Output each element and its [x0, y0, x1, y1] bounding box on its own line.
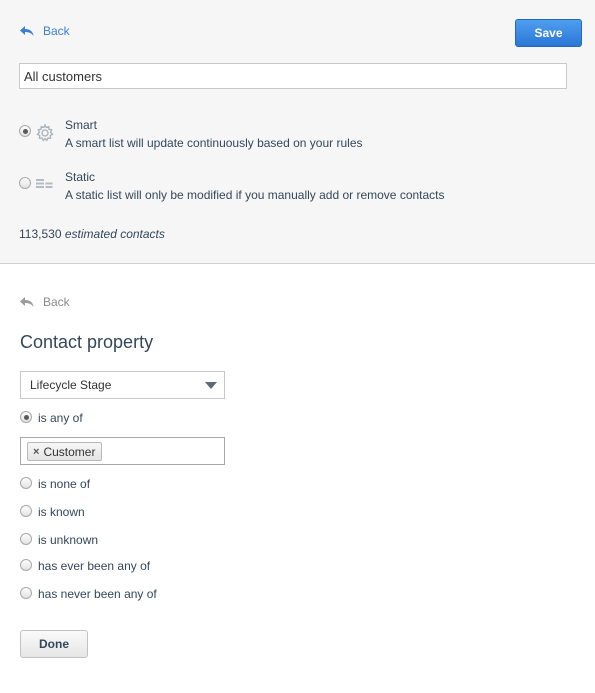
- operator-label-is-unknown[interactable]: is unknown: [38, 533, 98, 547]
- property-select-value: Lifecycle Stage: [30, 378, 112, 392]
- static-title: Static: [65, 170, 96, 184]
- operator-radio-is-unknown[interactable]: [20, 533, 32, 545]
- operator-label-is-none-of[interactable]: is none of: [38, 477, 90, 491]
- filter-back-link[interactable]: Back: [19, 295, 70, 309]
- back-label: Back: [43, 24, 70, 38]
- estimated-contacts: 113,530 estimated contacts: [19, 227, 165, 241]
- smart-radio[interactable]: [19, 125, 31, 137]
- smart-description: A smart list will update continuously ba…: [65, 136, 363, 150]
- operator-radio-is-none-of[interactable]: [20, 477, 32, 489]
- operator-label-is-any-of[interactable]: is any of: [38, 411, 83, 425]
- operator-radio-has-never-been-any-of[interactable]: [20, 587, 32, 599]
- filter-heading: Contact property: [20, 332, 154, 352]
- chevron-down-icon: [205, 382, 217, 389]
- back-link[interactable]: Back: [19, 24, 70, 38]
- value-tag-label: Customer: [43, 444, 96, 459]
- static-description: A static list will only be modified if y…: [65, 188, 445, 202]
- smart-title: Smart: [65, 118, 98, 132]
- operator-label-is-known[interactable]: is known: [38, 505, 85, 519]
- list-settings-panel: Back Save Smart A smart list will update…: [0, 0, 595, 264]
- static-radio[interactable]: [19, 177, 31, 189]
- done-button[interactable]: Done: [20, 630, 88, 658]
- list-card-icon: [35, 177, 55, 194]
- value-tag: × Customer: [27, 442, 103, 461]
- value-tag-input[interactable]: × Customer: [20, 437, 225, 465]
- operator-radio-has-ever-been-any-of[interactable]: [20, 559, 32, 571]
- save-button[interactable]: Save: [515, 19, 582, 47]
- operator-radio-is-known[interactable]: [20, 505, 32, 517]
- property-select[interactable]: Lifecycle Stage: [20, 371, 225, 399]
- gear-icon: [35, 123, 55, 146]
- list-name-input[interactable]: [19, 63, 567, 89]
- operator-label-has-ever-been-any-of[interactable]: has ever been any of: [38, 559, 150, 573]
- estimate-count: 113,530: [19, 227, 62, 241]
- operator-radio-is-any-of[interactable]: [20, 411, 32, 423]
- operator-label-has-never-been-any-of[interactable]: has never been any of: [38, 587, 157, 601]
- back-arrow-icon: [20, 297, 34, 307]
- filter-back-label: Back: [43, 295, 70, 309]
- remove-tag-icon[interactable]: ×: [33, 446, 39, 458]
- back-arrow-icon: [20, 26, 34, 36]
- estimate-label: estimated contacts: [64, 227, 165, 241]
